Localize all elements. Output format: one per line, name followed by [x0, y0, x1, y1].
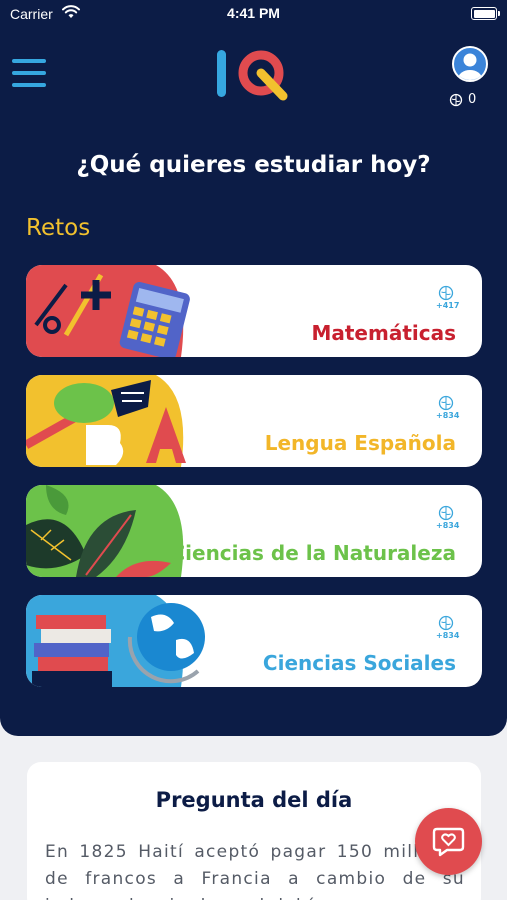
badge-value: +834: [436, 631, 460, 640]
brain-icon: [438, 285, 454, 301]
points-value: 0: [468, 92, 477, 107]
menu-button[interactable]: [10, 57, 48, 89]
user-icon: [458, 53, 482, 80]
subject-card-matematicas[interactable]: +417 Matemáticas: [26, 265, 482, 357]
badge-value: +834: [436, 521, 460, 530]
heart-chat-icon: [432, 827, 465, 857]
subject-title: Lengua Española: [264, 431, 456, 455]
subject-card-ciencias-sociales[interactable]: +834 Ciencias Sociales: [26, 595, 482, 687]
clock: 4:41 PM: [227, 5, 280, 21]
points-indicator: 0: [449, 92, 476, 107]
question-title: Pregunta del día: [155, 788, 353, 812]
status-bar: Carrier 4:41 PM: [0, 0, 507, 30]
menu-bar-icon: [12, 83, 46, 87]
subject-title: Ciencias Sociales: [262, 651, 456, 675]
points-badge: +417: [436, 285, 460, 310]
question-text: En 1825 Haití aceptó pagar 150 millones …: [45, 842, 465, 900]
page-title: ¿Qué quieres estudiar hoy?: [76, 152, 431, 178]
points-badge: +834: [436, 505, 460, 530]
points-badge: +834: [436, 615, 460, 640]
brain-icon: [449, 93, 463, 106]
points-badge: +834: [436, 395, 460, 420]
language-illustration: [26, 375, 186, 467]
badge-value: +417: [436, 301, 460, 310]
math-illustration: [26, 265, 190, 357]
brain-icon: [438, 505, 454, 521]
menu-bar-icon: [12, 71, 46, 75]
subject-title: Matemáticas: [311, 321, 456, 345]
badge-value: +834: [436, 411, 460, 420]
battery-icon: [471, 7, 500, 20]
iq-logo: [217, 50, 288, 101]
subject-card-lengua-espanola[interactable]: +834 Lengua Española: [26, 375, 482, 467]
favorites-button[interactable]: [415, 808, 482, 875]
brain-icon: [438, 615, 454, 631]
subject-title: Ciencias de la Naturaleza: [170, 541, 456, 565]
profile-avatar[interactable]: [452, 46, 488, 82]
subject-card-ciencias-naturaleza[interactable]: +834 Ciencias de la Naturaleza: [26, 485, 482, 577]
question-of-day-card[interactable]: Pregunta del día En 1825 Haití aceptó pa…: [27, 762, 481, 900]
section-label-retos: Retos: [26, 215, 91, 241]
brain-icon: [438, 395, 454, 411]
menu-bar-icon: [12, 59, 46, 63]
social-illustration: [26, 595, 205, 687]
